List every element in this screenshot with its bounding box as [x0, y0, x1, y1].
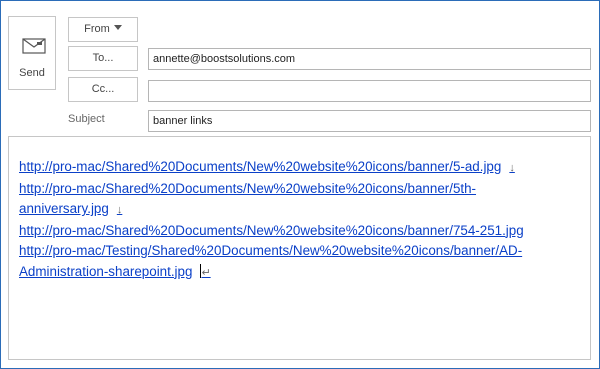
link-line[interactable]: http://pro-mac/Testing/Shared%20Document…	[19, 241, 589, 262]
to-label: To...	[92, 52, 114, 64]
to-button[interactable]: To...	[68, 46, 138, 71]
subject-field[interactable]: banner links	[148, 110, 591, 132]
link-line[interactable]: Administration-sharepoint.jpg ↵	[19, 262, 589, 284]
cc-field[interactable]	[148, 80, 591, 102]
link-line[interactable]: anniversary.jpg ↓	[19, 199, 589, 221]
line-break-mark: ↓	[509, 162, 515, 174]
chevron-down-icon	[113, 25, 122, 30]
line-break-mark: ↓	[116, 204, 123, 216]
link-line[interactable]: http://pro-mac/Shared%20Documents/New%20…	[19, 221, 589, 242]
send-label: Send	[19, 67, 45, 79]
cc-label: Cc...	[91, 83, 115, 95]
link-line[interactable]: http://pro-mac/Shared%20Documents/New%20…	[19, 179, 589, 200]
link-list: http://pro-mac/Shared%20Documents/New%20…	[19, 157, 589, 283]
from-label: From	[84, 23, 110, 35]
paragraph-mark: ↵	[201, 266, 211, 279]
cc-button[interactable]: Cc...	[68, 77, 138, 102]
subject-label: Subject	[68, 113, 105, 125]
from-button[interactable]: From	[68, 17, 138, 42]
to-field[interactable]: annette@boostsolutions.com	[148, 48, 591, 70]
envelope-icon	[22, 38, 46, 54]
link-line[interactable]: http://pro-mac/Shared%20Documents/New%20…	[19, 157, 589, 179]
send-button[interactable]: Send	[8, 16, 56, 90]
message-body[interactable]: http://pro-mac/Shared%20Documents/New%20…	[8, 136, 591, 360]
